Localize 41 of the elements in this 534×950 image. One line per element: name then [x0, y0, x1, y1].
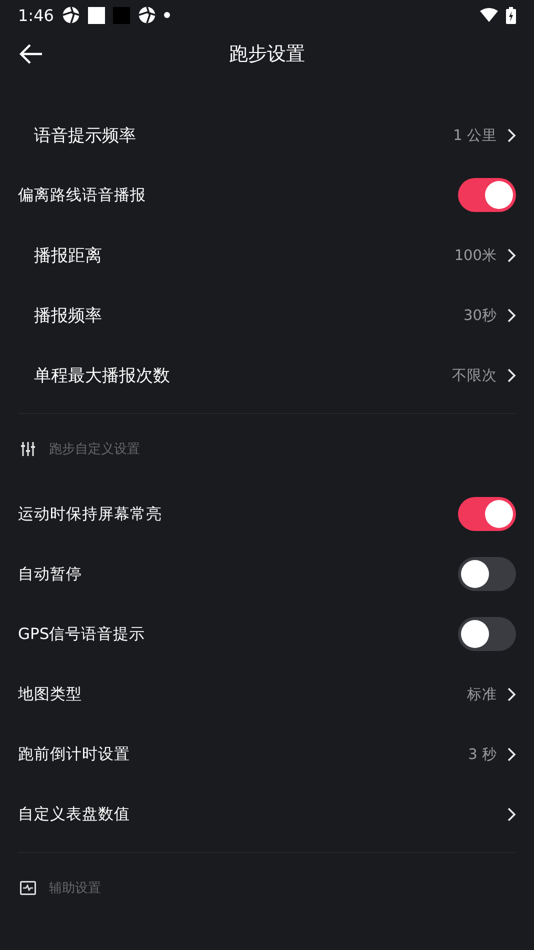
chevron-right-icon[interactable] — [507, 686, 516, 702]
setting-label: 单程最大播报次数 — [33, 364, 170, 386]
setting-value: 30秒 — [464, 306, 497, 324]
toggle-switch[interactable] — [458, 178, 516, 212]
chevron-right-icon[interactable] — [507, 746, 516, 762]
setting-label: 自动暂停 — [18, 564, 82, 584]
aperture-icon — [138, 6, 156, 24]
toggle-switch[interactable] — [458, 557, 516, 591]
wifi-icon — [480, 8, 498, 22]
setting-value: 标准 — [467, 686, 497, 704]
setting-label: 运动时保持屏幕常亮 — [18, 504, 162, 524]
pulse-icon — [20, 881, 36, 895]
setting-value: 3 秒 — [468, 746, 497, 764]
chevron-right-icon[interactable] — [507, 308, 516, 322]
chevron-right-icon[interactable] — [507, 128, 516, 142]
section-title: 辅助设置 — [49, 880, 101, 897]
setting-label: 播报距离 — [33, 244, 102, 266]
battery-icon — [506, 6, 516, 24]
setting-value: 1 公里 — [453, 126, 497, 144]
dot-icon — [164, 12, 170, 18]
square-icon — [112, 6, 130, 24]
square-icon — [88, 6, 105, 24]
aperture-icon — [62, 6, 80, 24]
chevron-right-icon[interactable] — [507, 368, 516, 382]
page-title: 跑步设置 — [229, 42, 305, 67]
setting-label: 自定义表盘数值 — [18, 804, 130, 824]
section-title: 跑步自定义设置 — [49, 441, 140, 458]
setting-label: 偏离路线语音播报 — [18, 184, 146, 206]
setting-label: GPS信号语音提示 — [18, 624, 146, 644]
status-time: 1:46 — [18, 6, 54, 24]
setting-value: 100米 — [454, 246, 497, 264]
chevron-right-icon[interactable] — [507, 248, 516, 262]
setting-label: 跑前倒计时设置 — [18, 744, 130, 764]
setting-label: 地图类型 — [18, 684, 82, 704]
toggle-switch[interactable] — [458, 617, 516, 651]
setting-label: 播报频率 — [33, 304, 102, 326]
setting-value: 不限次 — [452, 366, 497, 384]
sliders-icon — [20, 441, 36, 457]
toggle-switch[interactable] — [458, 497, 516, 531]
chevron-right-icon[interactable] — [507, 806, 516, 822]
setting-label: 语音提示频率 — [33, 124, 136, 146]
